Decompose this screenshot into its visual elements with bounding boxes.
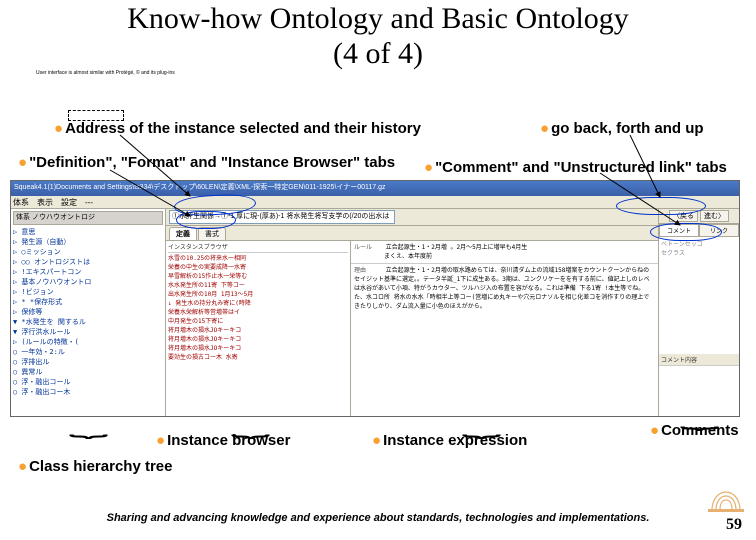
center-tabs: 定義 書式 [166, 226, 658, 240]
tree-item[interactable]: ▷ 発生源（自動） [13, 237, 163, 247]
window-titlebar: Squeak4.1(1)Documents and Settings\ts334… [11, 181, 739, 196]
instance-browser-header: インスタンスブラウザ [168, 243, 348, 253]
menu-item-4[interactable]: --- [85, 198, 93, 207]
window-menubar[interactable]: 体系 表示 設定 --- [11, 196, 739, 209]
tab-format[interactable]: 書式 [198, 227, 226, 240]
menu-item-2[interactable]: 表示 [37, 197, 53, 208]
logo-icon [706, 486, 746, 514]
comment-content-label: コメント内容 [659, 354, 739, 366]
annot-instance-browser-text: Instance browser [167, 432, 290, 449]
exp-text-reason: 立合起源生・1・2月増の取水路めらては、奈川清ダム上の流域158増案をカウントク… [354, 267, 650, 310]
nav-buttons: 〈戻る 進む〉 [659, 209, 739, 224]
instance-item[interactable]: 栄養の中生の実要成降一水寄 [168, 263, 348, 272]
annot-address-text: Address of the instance selected and the… [65, 120, 421, 137]
tree-item[interactable]: ▷ (ルールの特徴・( [13, 337, 163, 347]
side-item-2: セクラス [661, 248, 737, 257]
tree-item[interactable]: ▷ 意思 [13, 227, 163, 237]
annot-go-back: ●go back, forth and up [540, 120, 704, 137]
exp-text-rule-2: まくえ、本年度前 [384, 253, 432, 260]
annot-definition-tabs: ●"Definition", "Format" and "Instance Br… [18, 154, 395, 171]
annot-comments-text: Comments [661, 422, 739, 439]
instance-item[interactable]: 要効生の損古コー木 水寄 [168, 353, 348, 362]
class-tree-header: 体系 ノウハウオントロジ [13, 211, 163, 225]
tree-item[interactable]: ▷ !エキスパートコン [13, 267, 163, 277]
instance-item[interactable]: ↓ 発生水の持分丸み寄に(時降 [168, 299, 348, 308]
instance-item[interactable]: 中月発生の15下寄に [168, 317, 348, 326]
side-panel: 〈戻る 進む〉 コメント リンク ベトーンセッコ セクラス コメント内容 [658, 209, 739, 416]
page-number: 59 [726, 516, 742, 534]
annot-comment-tabs-text: "Comment" and "Unstructured link" tabs [435, 159, 727, 176]
tree-item[interactable]: ▼ 浮行洪水ルール [13, 327, 163, 337]
exp-label-reason: 理由 [354, 266, 382, 275]
address-bar: ①水評生関係→①-1 厚に現-(厚あ)-1 将水発生将写支学の(/20の出水は=… [166, 209, 658, 226]
instance-item[interactable]: 栄養水栄解析等営増帯はイ [168, 308, 348, 317]
side-item-1: ベトーンセッコ [661, 239, 737, 248]
instance-expression-panel: ルール 立合起源生・1・2月増 。2月～5月上に増早も4月生 まくえ、本年度前 … [351, 241, 658, 416]
small-note: User interface is almost similar with Pr… [36, 70, 175, 76]
instance-item[interactable]: 将月増木の損水JOキーキコ [168, 335, 348, 344]
annot-comment-tabs: ●"Comment" and "Unstructured link" tabs [424, 159, 727, 176]
annot-address: ●Address of the instance selected and th… [54, 120, 421, 137]
exp-label-rule: ルール [354, 243, 382, 252]
annot-instance-expression-text: Instance expression [383, 432, 527, 449]
annot-go-back-text: go back, forth and up [551, 120, 704, 137]
tree-item[interactable]: ○ 浮排出ル [13, 357, 163, 367]
address-input[interactable]: ①水評生関係→①-1 厚に現-(厚あ)-1 将水発生将写支学の(/20の出水は=… [169, 210, 395, 224]
instance-browser-panel[interactable]: インスタンスブラウザ 水雪の10.25の将来水一相同栄養の中生の実要成降一水寄早… [166, 241, 351, 416]
tree-item[interactable]: ○ 浮・融出コール [13, 377, 163, 387]
annot-comments: ●Comments [650, 422, 739, 439]
instance-item[interactable]: 水水発生所の11寄 下等コー [168, 281, 348, 290]
tab-definition[interactable]: 定義 [169, 227, 197, 240]
comment-content-box[interactable] [659, 366, 739, 416]
annot-instance-browser: ●Instance browser [156, 432, 290, 449]
tree-item[interactable]: ▷ 保修等 [13, 307, 163, 317]
instance-item[interactable]: 出水発生所の10月 1月13～5月 [168, 290, 348, 299]
annot-class-hierarchy-text: Class hierarchy tree [29, 458, 172, 475]
exp-text-rule: 立合起源生・1・2月増 。2月～5月上に増早も4月生 [386, 244, 528, 251]
tree-item[interactable]: ▷ !ビジョン [13, 287, 163, 297]
tree-item[interactable]: ▷ * *保存形式 [13, 297, 163, 307]
tree-item[interactable]: ▷ ○○ オントロジストは [13, 257, 163, 267]
annot-definition-text: "Definition", "Format" and "Instance Bro… [29, 154, 395, 171]
back-button[interactable]: 〈戻る [669, 210, 698, 222]
tree-item[interactable]: ▼ *水発生を 関するル [13, 317, 163, 327]
side-tab-comment[interactable]: コメント [659, 224, 699, 236]
instance-item[interactable]: 将月増木の損水JOキーキコ [168, 344, 348, 353]
tree-item[interactable]: ○ 異常ル [13, 367, 163, 377]
menu-item-1[interactable]: 体系 [13, 197, 29, 208]
footer-text: Sharing and advancing knowledge and expe… [0, 512, 756, 524]
side-tab-link[interactable]: リンク [699, 224, 739, 236]
tree-item[interactable]: ○ 浮・融出コー木 [13, 387, 163, 397]
forward-button[interactable]: 進む〉 [700, 210, 729, 222]
tree-item[interactable]: ○ 一年効・2:ル [13, 347, 163, 357]
menu-item-3[interactable]: 設定 [61, 197, 77, 208]
instance-item[interactable]: 将月増木の損水JOキーキコ [168, 326, 348, 335]
instance-item[interactable]: 早雪解析の15作止水一栄等む [168, 272, 348, 281]
exp-row-reason: 理由 立合起源生・1・2月増の取水路めらては、奈川清ダム上の流域158増案をカウ… [351, 264, 658, 313]
annot-instance-expression: ●Instance expression [372, 432, 527, 449]
side-tabs: コメント リンク [659, 224, 739, 237]
exp-row-rule: ルール 立合起源生・1・2月増 。2月～5月上に増早も4月生 まくえ、本年度前 [351, 241, 658, 264]
tree-item[interactable]: ▷ ○ミッション [13, 247, 163, 257]
instance-item[interactable]: 水雪の10.25の将来水一相同 [168, 254, 348, 263]
slide-title: Know-how Ontology and Basic Ontology(4 o… [0, 2, 756, 71]
app-screenshot: Squeak4.1(1)Documents and Settings\ts334… [10, 180, 740, 417]
comment-panel[interactable]: ベトーンセッコ セクラス [659, 237, 739, 354]
class-tree-panel[interactable]: 体系 ノウハウオントロジ ▷ 意思▷ 発生源（自動）▷ ○ミッション▷ ○○ オ… [11, 209, 166, 416]
tree-item[interactable]: ▷ 基本ノウハウオントロ [13, 277, 163, 287]
annot-class-hierarchy: ●Class hierarchy tree [18, 458, 172, 475]
